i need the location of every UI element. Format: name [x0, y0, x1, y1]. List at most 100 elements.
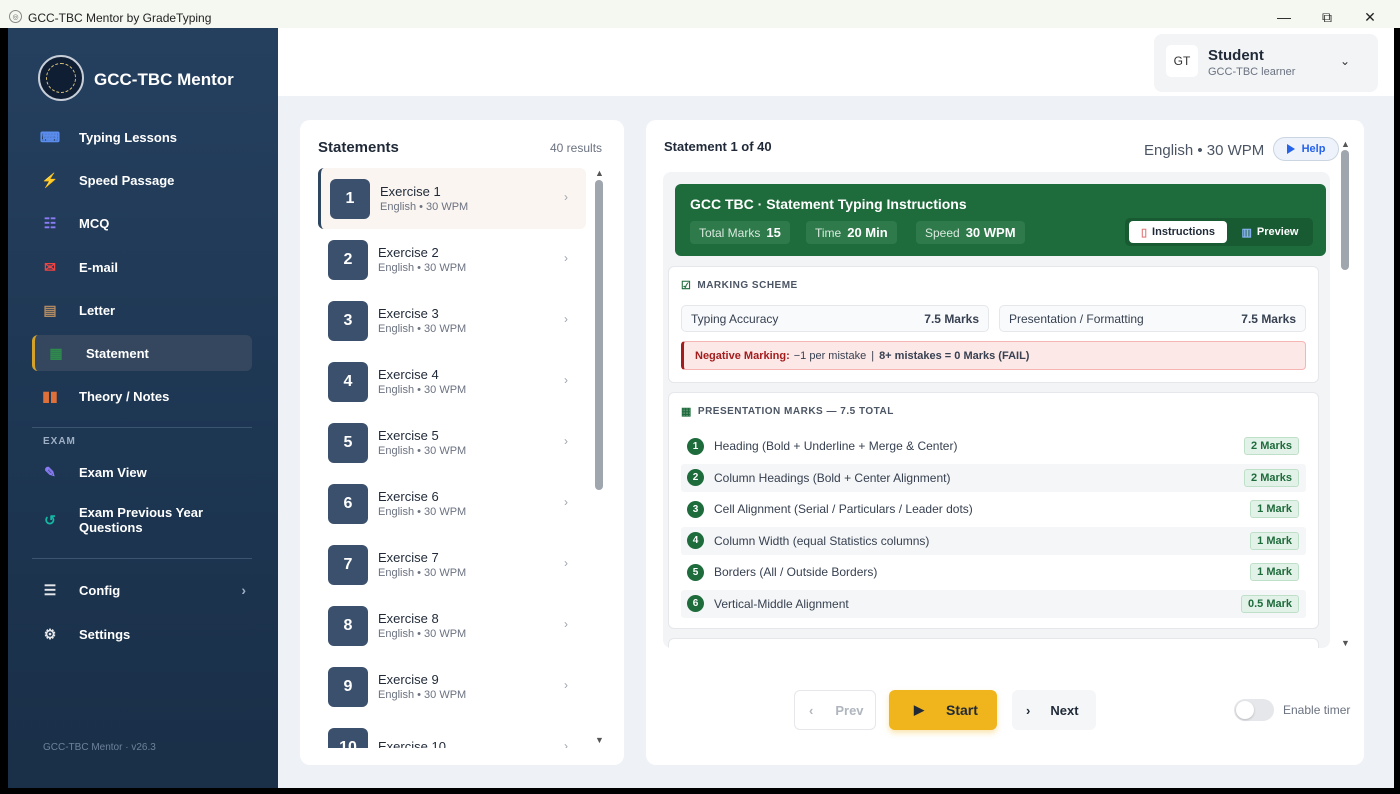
- sidebar-divider: [32, 558, 252, 559]
- sidebar-item-settings[interactable]: ⚙ Settings: [32, 616, 252, 652]
- chevron-right-icon: ›: [564, 556, 568, 570]
- list-item[interactable]: 5 Exercise 5 English • 30 WPM ›: [318, 412, 586, 473]
- maximize-button[interactable]: ⧉: [1314, 6, 1340, 28]
- exercise-title: Exercise 3: [378, 306, 439, 321]
- sidebar-item-exam-previous-year-questions[interactable]: ↺ Exam Previous Year Questions: [32, 499, 252, 541]
- exercise-title: Exercise 4: [378, 367, 439, 382]
- grid-icon: ▦: [681, 406, 692, 418]
- tab-preview[interactable]: ▥ Preview: [1231, 221, 1309, 243]
- lightning-icon: ⚡: [41, 171, 59, 188]
- row-number: 6: [687, 595, 704, 612]
- chip-label: Speed: [925, 225, 960, 240]
- tab-instructions[interactable]: ▯ Instructions: [1129, 221, 1227, 243]
- list-item[interactable]: 8 Exercise 8 English • 30 WPM ›: [318, 595, 586, 656]
- start-button[interactable]: ▶ Start: [889, 690, 997, 730]
- negative-fail-text: 8+ mistakes = 0 Marks (FAIL): [879, 349, 1030, 362]
- sidebar-item-mcq[interactable]: ☷ MCQ: [32, 205, 252, 241]
- sidebar-item-config[interactable]: ☰ Config ›: [32, 572, 252, 608]
- list-item[interactable]: 1 Exercise 1 English • 30 WPM ›: [318, 168, 586, 229]
- sidebar-item-label: Typing Lessons: [79, 129, 177, 145]
- list-scroll-thumb[interactable]: [595, 180, 603, 490]
- list-item[interactable]: 3 Exercise 3 English • 30 WPM ›: [318, 290, 586, 351]
- sidebar-item-theory-notes[interactable]: ▮▮ Theory / Notes: [32, 378, 252, 414]
- list-title: Statements: [318, 139, 399, 156]
- prev-button[interactable]: ‹ Prev: [794, 690, 876, 730]
- exercise-title: Exercise 2: [378, 245, 439, 260]
- sidebar-item-typing-lessons[interactable]: ⌨ Typing Lessons: [32, 119, 252, 155]
- banner-chip: Total Marks 15: [690, 221, 790, 244]
- list-item[interactable]: 9 Exercise 9 English • 30 WPM ›: [318, 656, 586, 717]
- exercise-number: 3: [328, 300, 368, 341]
- exam-section-label: EXAM: [43, 436, 76, 447]
- negative-marking-alert: Negative Marking: −1 per mistake | 8+ mi…: [681, 341, 1306, 370]
- sidebar-item-label: Statement: [86, 345, 149, 361]
- exercise-meta: English • 30 WPM: [378, 384, 467, 396]
- sidebar-item-letter[interactable]: ▤ Letter: [32, 292, 252, 328]
- list-item[interactable]: 10 Exercise 10 ›: [318, 717, 586, 748]
- banner-chip: Speed 30 WPM: [916, 221, 1025, 244]
- scroll-up-arrow-icon[interactable]: ▲: [1341, 139, 1350, 149]
- list-item[interactable]: 2 Exercise 2 English • 30 WPM ›: [318, 229, 586, 290]
- presentation-heading-text: PRESENTATION MARKS — 7.5 TOTAL: [697, 406, 894, 417]
- sidebar-item-label: Theory / Notes: [79, 388, 170, 404]
- presentation-label: Presentation / Formatting: [1009, 311, 1144, 326]
- presentation-row: 6 Vertical-Middle Alignment 0.5 Mark: [681, 589, 1306, 618]
- row-text: Column Headings (Bold + Center Alignment…: [714, 470, 951, 485]
- row-number: 4: [687, 532, 704, 549]
- detail-scroll-thumb[interactable]: [1341, 150, 1349, 270]
- presentation-row: 3 Cell Alignment (Serial / Particulars / …: [681, 495, 1306, 523]
- banner-title: GCC TBC · Statement Typing Instructions: [690, 196, 967, 212]
- marks-badge: 1 Mark: [1250, 563, 1299, 581]
- detail-scrollbar[interactable]: [1341, 150, 1349, 270]
- window-title: GCC-TBC Mentor by GradeTyping: [28, 11, 212, 25]
- accuracy-label: Typing Accuracy: [691, 311, 779, 326]
- exercise-title: Exercise 5: [378, 428, 439, 443]
- chip-value: 15: [766, 225, 781, 240]
- next-card: [668, 638, 1319, 648]
- help-label: Help: [1301, 143, 1326, 155]
- view-tabs: ▯ Instructions ▥ Preview: [1125, 218, 1313, 246]
- sidebar-item-label: MCQ: [79, 215, 110, 231]
- scroll-down-arrow-icon[interactable]: ▼: [595, 735, 604, 745]
- sliders-icon: ☰: [43, 581, 57, 598]
- list-item[interactable]: 7 Exercise 7 English • 30 WPM ›: [318, 534, 586, 595]
- sidebar-item-label: Speed Passage: [79, 172, 175, 188]
- chevron-right-icon: ›: [564, 617, 568, 631]
- chart-icon: ▥: [1241, 226, 1252, 239]
- chevron-right-icon: ›: [564, 373, 568, 387]
- list-item[interactable]: 6 Exercise 6 English • 30 WPM ›: [318, 473, 586, 534]
- minimize-button[interactable]: —: [1271, 6, 1297, 28]
- close-button[interactable]: ✕: [1357, 6, 1383, 28]
- brand-name: GCC-TBC Mentor: [94, 70, 234, 89]
- next-button[interactable]: › Next: [1012, 690, 1096, 730]
- chevron-right-icon: ›: [564, 434, 568, 448]
- sidebar-item-speed-passage[interactable]: ⚡ Speed Passage: [32, 162, 252, 198]
- chevron-right-icon: ›: [564, 190, 568, 204]
- profile-name: Student: [1208, 47, 1264, 64]
- profile-menu[interactable]: GT Student GCC-TBC learner ⌄: [1154, 34, 1378, 92]
- chevron-down-icon[interactable]: ⌄: [1340, 54, 1350, 68]
- scroll-up-arrow-icon[interactable]: ▲: [595, 168, 604, 178]
- exercise-number: 5: [328, 422, 368, 463]
- sidebar-item-exam-view[interactable]: ✎ Exam View: [32, 454, 252, 490]
- exercise-meta: English • 30 WPM: [380, 201, 469, 213]
- sidebar-item-e-mail[interactable]: ✉ E-mail: [32, 249, 252, 285]
- list-item[interactable]: 4 Exercise 4 English • 30 WPM ›: [318, 351, 586, 412]
- sidebar-item-statement[interactable]: ▦ Statement: [32, 335, 252, 371]
- exercise-meta: English • 30 WPM: [378, 628, 467, 640]
- exercise-number: 9: [328, 666, 368, 707]
- chip-value: 30 WPM: [965, 225, 1016, 240]
- timer-toggle[interactable]: [1234, 699, 1274, 721]
- list-scrollbar[interactable]: [595, 180, 603, 490]
- sidebar-divider: [32, 427, 252, 428]
- row-text: Borders (All / Outside Borders): [714, 565, 878, 579]
- scroll-down-arrow-icon[interactable]: ▼: [1341, 638, 1350, 648]
- presentation-box: Presentation / Formatting 7.5 Marks: [999, 305, 1306, 332]
- chip-label: Total Marks: [699, 225, 761, 240]
- timer-toggle-label: Enable timer: [1283, 703, 1351, 717]
- row-number: 2: [687, 469, 704, 486]
- gear-icon: ⚙: [43, 625, 57, 642]
- help-button[interactable]: Help: [1273, 137, 1339, 161]
- typing-accuracy-box: Typing Accuracy 7.5 Marks: [681, 305, 989, 332]
- sidebar-item-label: Exam Previous Year Questions: [79, 505, 204, 535]
